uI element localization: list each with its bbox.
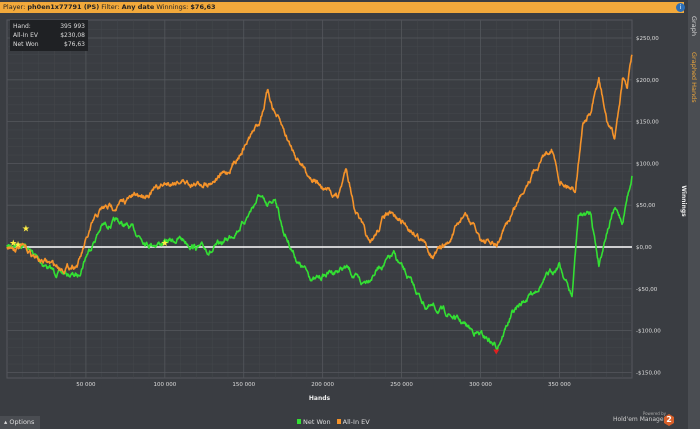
y-tick-label: $150,00 (636, 120, 659, 126)
stat-value: $230,08 (60, 32, 85, 39)
x-tick-label: 300 000 (469, 382, 492, 388)
legend-all-in-ev[interactable]: All-In EV (336, 418, 370, 426)
y-axis-label: Winnings (680, 185, 687, 217)
brand-name: Hold'em Manager (612, 416, 666, 423)
plot-area (6, 19, 633, 379)
stat-value: $76,63 (64, 41, 85, 48)
stats-row-allin-ev: All-In EV $230,08 (13, 31, 85, 40)
filter-bar: Player: ph0en1x77791 (PS) Filter: Any da… (0, 2, 684, 13)
stat-label: All-In EV (13, 32, 38, 39)
x-tick-label: 100 000 (153, 382, 176, 388)
options-button[interactable]: ▴ Options (0, 416, 40, 429)
x-tick-label: 150 000 (232, 382, 255, 388)
brand-text: Powered by Hold'em Manager (606, 411, 666, 423)
y-tick-label: $50,00 (636, 203, 656, 209)
y-tick-label: -$150,00 (636, 370, 661, 376)
stats-row-hands: Hand: 395 993 (13, 22, 85, 31)
y-tick-label: -$50,00 (636, 287, 658, 293)
star-icon: ★ (22, 225, 30, 235)
legend-label: Net Won (303, 418, 331, 426)
legend-label: All-In EV (342, 418, 370, 426)
x-tick-label: 200 000 (311, 382, 334, 388)
y-tick-label: $250,00 (636, 36, 659, 42)
winnings-label: Winnings: (156, 3, 189, 11)
y-tick-label: -$100,00 (636, 329, 661, 335)
stat-label: Net Won (13, 41, 39, 48)
x-axis-label: Hands (309, 395, 331, 402)
legend-net-won[interactable]: Net Won (297, 418, 331, 426)
player-label: Player: (3, 3, 26, 11)
star-icon: ★ (161, 239, 169, 249)
winnings-chart: 50 000 100 000 150 000 200 000 250 000 300 00… (6, 19, 687, 402)
x-tick-label: 250 000 (390, 382, 413, 388)
player-name: ph0en1x77791 (PS) (27, 3, 100, 11)
tab-graphed-hands[interactable]: Graphed Hands (688, 52, 700, 103)
stat-value: 395 993 (60, 23, 85, 30)
winnings-value: $76,63 (190, 3, 216, 11)
tab-graph[interactable]: Graph (688, 16, 700, 36)
stat-label: Hand: (13, 23, 31, 30)
options-label: Options (9, 418, 35, 426)
filter-label: Filter: (101, 3, 120, 11)
x-tick-label: 50 000 (76, 382, 96, 388)
y-tick-label: $100,00 (636, 161, 659, 167)
y-tick-label: $200,00 (636, 78, 659, 84)
filter-value: Any date (121, 3, 155, 11)
legend-swatch (336, 419, 341, 424)
stats-row-net-won: Net Won $76,63 (13, 40, 85, 49)
chart-legend: Net Won All-In EV (297, 418, 370, 426)
info-icon[interactable]: i (676, 3, 685, 12)
stats-box: Hand: 395 993 All-In EV $230,08 Net Won $76… (10, 20, 88, 51)
star-icon: ★ (14, 240, 22, 250)
y-tick-label: $0,00 (636, 245, 652, 251)
legend-swatch (297, 419, 301, 424)
x-tick-label: 350 000 (548, 382, 571, 388)
caret-up-icon: ▴ (4, 418, 8, 426)
sidebar: Graph Graphed Hands (688, 0, 700, 429)
